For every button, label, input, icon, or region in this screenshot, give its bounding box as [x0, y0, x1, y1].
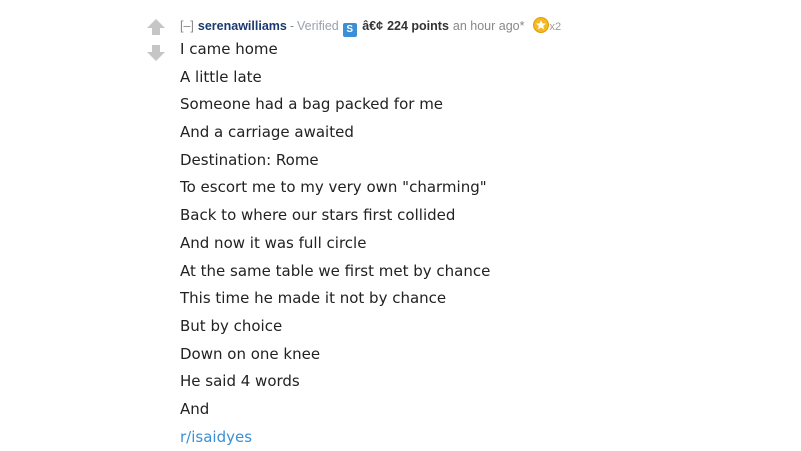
comment-timestamp: an hour ago: [452, 19, 520, 33]
comment-score: 224 points: [387, 19, 449, 33]
edited-marker: *: [519, 19, 525, 33]
comment-line: And: [180, 399, 210, 418]
flair-badge-icon: S: [342, 23, 357, 37]
comment-line: He said 4 words: [180, 372, 300, 391]
upvote-arrow-icon[interactable]: [146, 18, 166, 36]
comment-tagline: [–] serenawilliams - Verified S â€¢ 224 point…: [180, 15, 561, 37]
comment-body: I came home A little late Someone had a …: [180, 36, 490, 451]
gild-count: x2: [549, 21, 562, 33]
tagline-separator: -: [289, 19, 295, 33]
comment-line: Down on one knee: [180, 344, 321, 363]
comment-link-line: r/isaidyes: [180, 424, 490, 451]
comment-line: But by choice: [180, 316, 283, 335]
comment-line: Someone had a bag packed for me: [180, 95, 444, 114]
comment-line: This time he made it not by chance: [180, 289, 447, 308]
comment: [–] serenawilliams - Verified S â€¢ 224 point…: [0, 0, 801, 450]
subreddit-link[interactable]: r/isaidyes: [180, 428, 252, 446]
user-flair-text: Verified: [297, 19, 339, 33]
comment-line: And a carriage awaited: [180, 123, 354, 142]
comment-line: Back to where our stars first collided: [180, 206, 456, 225]
gold-star-icon: [532, 17, 549, 33]
comment-line: I came home: [180, 40, 278, 58]
comment-line: And now it was full circle: [180, 233, 367, 252]
author-link[interactable]: serenawilliams: [198, 19, 287, 33]
comment-line: To escort me to my very own "charming": [180, 178, 487, 197]
vote-controls: [146, 18, 166, 70]
downvote-arrow-icon[interactable]: [146, 44, 166, 62]
encoding-glyph: â€¢: [362, 19, 384, 33]
comment-line: Destination: Rome: [180, 150, 319, 169]
comment-line: At the same table we first met by chance: [180, 261, 491, 280]
collapse-toggle[interactable]: [–]: [180, 19, 194, 33]
comment-line: A little late: [180, 67, 262, 86]
